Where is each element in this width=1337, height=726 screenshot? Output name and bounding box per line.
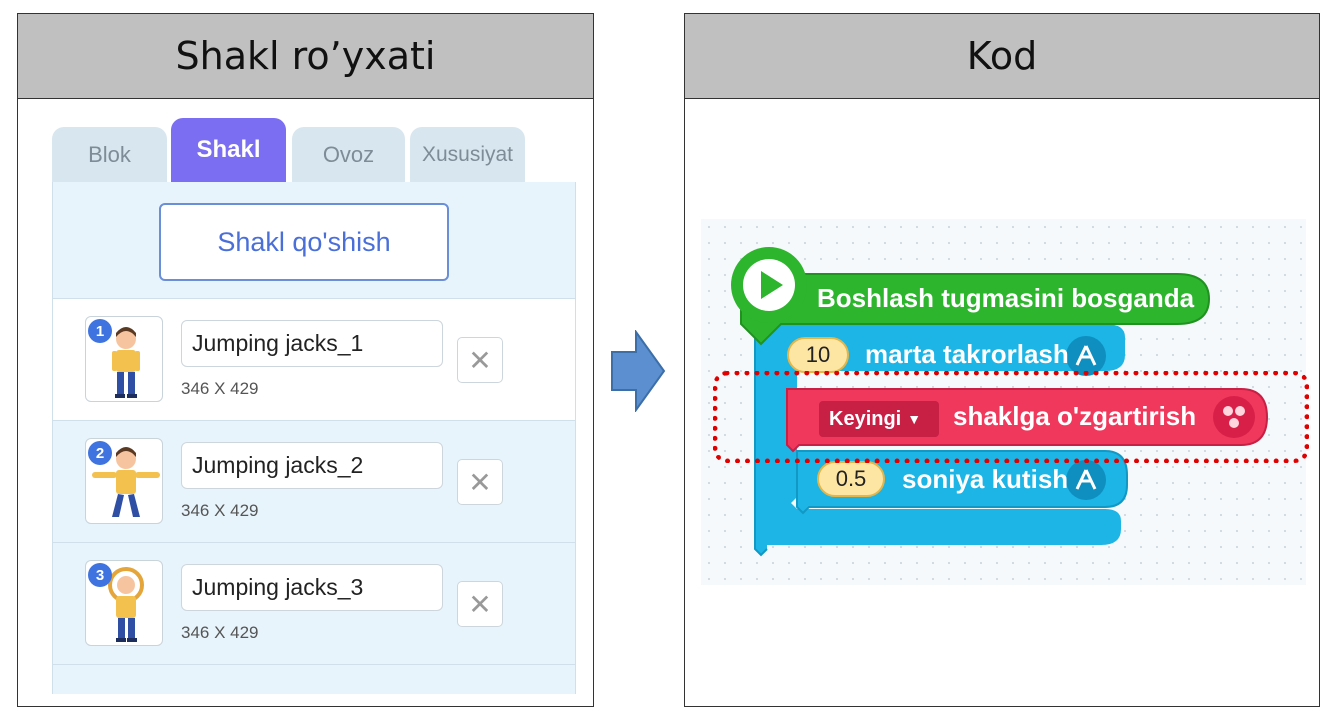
shape-list-item[interactable]: 3 346 X 429 ✕ xyxy=(53,542,575,664)
close-icon: ✕ xyxy=(468,343,492,377)
code-title: Kod xyxy=(685,14,1319,99)
tab-xususiyat[interactable]: Xususiyat xyxy=(410,127,525,182)
wait-seconds-input[interactable]: 0.5 xyxy=(817,461,885,497)
shape-name-field[interactable] xyxy=(181,564,443,611)
shape-size-label: 346 X 429 xyxy=(181,623,259,642)
close-icon: ✕ xyxy=(468,587,492,621)
shape-list-item[interactable]: 2 346 X 429 ✕ xyxy=(53,420,575,542)
shape-number-badge: 3 xyxy=(88,563,112,587)
shape-name-field[interactable] xyxy=(181,442,443,489)
shape-size-label: 346 X 429 xyxy=(181,501,259,520)
delete-shape-button[interactable]: ✕ xyxy=(457,459,503,505)
add-shape-button[interactable]: Shakl qo'shish xyxy=(159,203,449,281)
repeat-block-label: marta takrorlash xyxy=(865,339,1069,369)
wait-block-label: soniya kutish xyxy=(902,464,1069,494)
tab-shakl[interactable]: Shakl xyxy=(171,118,286,182)
tab-ovoz[interactable]: Ovoz xyxy=(292,127,405,182)
tab-blok[interactable]: Blok xyxy=(52,127,167,182)
code-panel: Kod Boshlash tugmasini bosganda 10 marta… xyxy=(684,13,1320,707)
shape-editor: Shakl qo'shish 1 346 X 429 xyxy=(52,182,576,694)
highlight-frame xyxy=(713,371,1309,463)
shape-list-item[interactable]: 1 346 X 429 ✕ xyxy=(53,298,575,420)
start-block-label: Boshlash tugmasini bosganda xyxy=(817,283,1195,313)
shape-size-label: 346 X 429 xyxy=(181,379,259,398)
right-arrow-icon xyxy=(611,330,666,412)
shape-list-title: Shakl ro’yxati xyxy=(18,14,593,99)
delete-shape-button[interactable]: ✕ xyxy=(457,337,503,383)
close-icon: ✕ xyxy=(468,465,492,499)
shape-thumbnail: 3 xyxy=(85,560,163,646)
shape-thumbnail: 2 xyxy=(85,438,163,524)
shape-number-badge: 2 xyxy=(88,441,112,465)
shape-name-field[interactable] xyxy=(181,320,443,367)
delete-shape-button[interactable]: ✕ xyxy=(457,581,503,627)
empty-list-area xyxy=(53,664,575,694)
shape-list-panel: Shakl ro’yxati Blok Shakl Ovoz Xususiyat… xyxy=(17,13,594,707)
repeat-count-input[interactable]: 10 xyxy=(787,337,849,373)
shape-thumbnail: 1 xyxy=(85,316,163,402)
shape-number-badge: 1 xyxy=(88,319,112,343)
